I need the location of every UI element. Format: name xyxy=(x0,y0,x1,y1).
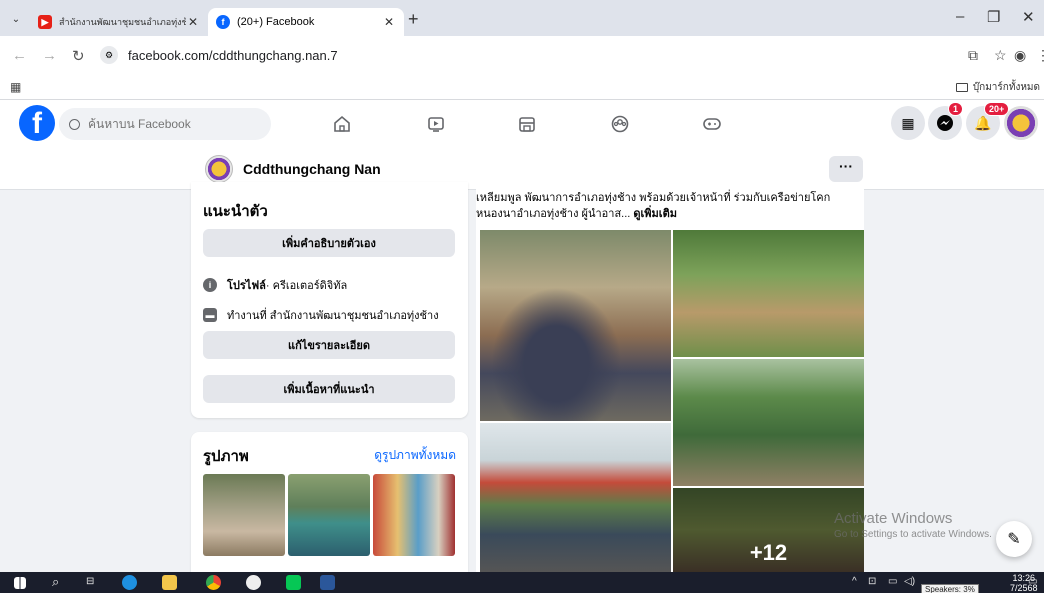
app-icon[interactable] xyxy=(246,575,261,590)
add-bio-button[interactable]: เพิ่มคำอธิบายตัวเอง xyxy=(203,229,455,257)
close-window-icon[interactable]: ✕ xyxy=(1022,8,1035,26)
apps-grid-icon[interactable]: ▦ xyxy=(10,80,21,94)
chrome-icon[interactable] xyxy=(206,575,221,590)
facebook-header: f ▦ 1 🔔 20+ xyxy=(0,100,1044,148)
back-icon[interactable]: ← xyxy=(12,47,27,64)
home-icon[interactable] xyxy=(330,112,354,136)
intro-card: แนะนำตัว เพิ่มคำอธิบายตัวเอง i โปรไฟล์ ·… xyxy=(191,182,468,418)
browser-tab-cdd[interactable]: ▶ สำนักงานพัฒนาชุมชนอำเภอทุ่งช้าง ✕ xyxy=(30,8,208,36)
install-app-icon[interactable]: ⧉ xyxy=(968,47,978,64)
photo-thumbnail[interactable] xyxy=(203,474,285,556)
browser-menu-icon[interactable]: ⋮ xyxy=(1036,47,1044,64)
more-options-button[interactable]: ··· xyxy=(829,156,863,182)
forward-icon[interactable]: → xyxy=(42,47,57,64)
tab-title: (20+) Facebook xyxy=(237,16,315,28)
search-input[interactable] xyxy=(88,117,258,131)
facebook-logo-icon[interactable]: f xyxy=(19,105,55,141)
network-icon[interactable]: ⊡ xyxy=(868,576,876,587)
edit-details-button[interactable]: แก้ไขรายละเอียด xyxy=(203,331,455,359)
work-row: ▬ ทำงานที่ สำนักงานพัฒนาชุมชนอำเภอทุ่งช้… xyxy=(203,306,439,324)
tab-close-icon[interactable]: ✕ xyxy=(382,15,396,29)
youtube-favicon-icon: ▶ xyxy=(38,15,52,29)
search-icon[interactable]: ⌕ xyxy=(52,574,59,590)
tab-close-icon[interactable]: ✕ xyxy=(186,15,200,29)
post: เหลียมพูล พัฒนาการอำเภอทุ่งช้าง พร้อมด้ว… xyxy=(476,182,864,572)
tab-search-chevron-icon[interactable]: ⌄ xyxy=(8,11,24,27)
video-icon[interactable] xyxy=(424,112,448,136)
profile-type: · ครีเอเตอร์ดิจิทัล xyxy=(265,280,348,292)
bookmark-star-icon[interactable]: ☆ xyxy=(994,47,1007,64)
notification-center-icon[interactable]: ▭ xyxy=(1028,576,1037,587)
marketplace-icon[interactable] xyxy=(515,112,539,136)
new-message-edit-icon[interactable]: ✎ xyxy=(996,521,1032,557)
page-name[interactable]: Cddthungchang Nan xyxy=(243,161,381,177)
reload-icon[interactable]: ↻ xyxy=(72,47,85,65)
file-explorer-icon[interactable] xyxy=(162,575,177,590)
account-avatar[interactable] xyxy=(1004,106,1038,140)
folder-icon xyxy=(955,83,968,92)
browser-tab-strip: ⌄ ▶ สำนักงานพัฒนาชุมชนอำเภอทุ่งช้าง ✕ f … xyxy=(0,0,1044,36)
site-info-icon[interactable]: ⚙ xyxy=(100,46,118,64)
profile-type-row: i โปรไฟล์ · ครีเอเตอร์ดิจิทัล xyxy=(203,276,347,294)
post-photo[interactable] xyxy=(480,423,671,572)
windows-start-icon[interactable] xyxy=(14,577,26,589)
post-photo[interactable] xyxy=(673,230,864,357)
minimize-icon[interactable]: – xyxy=(956,8,964,25)
add-featured-button[interactable]: เพิ่มเนื้อหาที่แนะนำ xyxy=(203,375,455,403)
profile-icon[interactable]: ◉ xyxy=(1014,47,1026,64)
briefcase-icon: ▬ xyxy=(203,308,217,322)
page-avatar[interactable] xyxy=(205,155,233,183)
url-field[interactable]: ⚙ facebook.com/cddthungchang.nan.7 xyxy=(100,40,960,70)
intro-title: แนะนำตัว xyxy=(203,203,268,220)
photo-thumbnail[interactable] xyxy=(373,474,455,556)
photo-thumbnail[interactable] xyxy=(288,474,370,556)
all-bookmarks-folder[interactable]: บุ๊กมาร์กทั้งหมด xyxy=(955,80,1040,95)
activate-title: Activate Windows xyxy=(834,510,953,527)
new-tab-icon[interactable]: + xyxy=(408,9,419,30)
speakers-tooltip: Speakers: 3% xyxy=(921,584,979,593)
windows-activation-watermark: Activate Windows Go to Settings to activ… xyxy=(834,510,992,540)
info-icon: i xyxy=(203,278,217,292)
maximize-icon[interactable]: ❐ xyxy=(987,8,1000,26)
gaming-icon[interactable] xyxy=(700,112,724,136)
bookmark-folder-label: บุ๊กมาร์กทั้งหมด xyxy=(972,82,1040,93)
menu-grid-icon[interactable]: ▦ xyxy=(891,106,925,140)
task-view-icon[interactable]: ⊟ xyxy=(86,576,94,587)
edge-icon[interactable] xyxy=(122,575,137,590)
line-icon[interactable] xyxy=(286,575,301,590)
activate-subtitle: Go to Settings to activate Windows. xyxy=(834,529,992,540)
photos-title: รูปภาพ xyxy=(203,448,249,465)
see-all-photos-link[interactable]: ดูรูปภาพทั้งหมด xyxy=(374,446,456,465)
address-bar-row: ← → ↻ ⚙ facebook.com/cddthungchang.nan.7… xyxy=(0,36,1044,74)
tray-chevron-icon[interactable]: ^ xyxy=(852,576,857,587)
windows-taskbar: ⌕ ⊟ ^ ⊡ ▭ ◁) 13:26 7/2568 ▭ xyxy=(0,572,1044,593)
facebook-search[interactable] xyxy=(59,108,271,140)
bookmarks-bar: ▦ บุ๊กมาร์กทั้งหมด xyxy=(0,74,1044,100)
photos-card: รูปภาพ ดูรูปภาพทั้งหมด xyxy=(191,432,468,572)
search-icon xyxy=(69,118,80,130)
work-text: ทำงานที่ สำนักงานพัฒนาชุมชนอำเภอทุ่งช้าง xyxy=(227,310,439,322)
post-text: เหลียมพูล พัฒนาการอำเภอทุ่งช้าง พร้อมด้ว… xyxy=(476,190,856,222)
profile-label: โปรไฟล์ xyxy=(227,280,266,292)
groups-icon[interactable] xyxy=(608,112,632,136)
see-more-link[interactable]: ดูเพิ่มเติม xyxy=(633,208,677,220)
tab-title: สำนักงานพัฒนาชุมชนอำเภอทุ่งช้าง xyxy=(59,17,186,27)
facebook-favicon-icon: f xyxy=(216,15,230,29)
url-text: facebook.com/cddthungchang.nan.7 xyxy=(128,47,338,63)
post-photo[interactable] xyxy=(480,230,671,421)
speaker-icon[interactable]: ◁) xyxy=(904,576,915,587)
monitor-icon[interactable]: ▭ xyxy=(888,576,897,587)
post-photo[interactable] xyxy=(673,359,864,486)
browser-tab-facebook[interactable]: f (20+) Facebook ✕ xyxy=(208,8,404,36)
messenger-badge: 1 xyxy=(948,102,964,116)
word-icon[interactable] xyxy=(320,575,335,590)
